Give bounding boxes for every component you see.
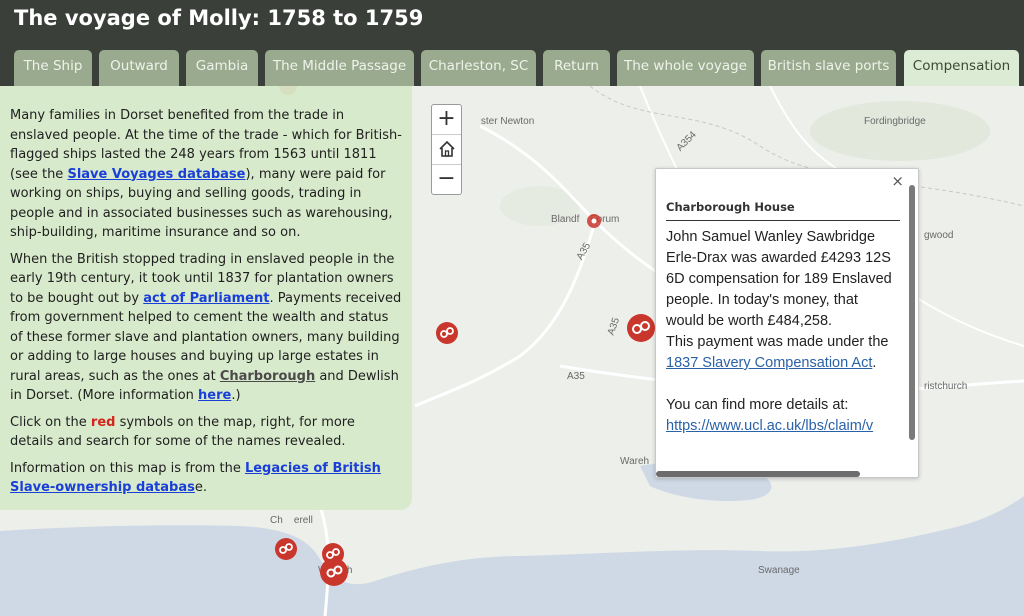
charborough-link[interactable]: Charborough xyxy=(220,369,315,384)
popup-text: You can find more details at: https://ww… xyxy=(666,395,898,437)
place-label: Ch erell xyxy=(270,515,313,526)
lbs-claim-link[interactable]: https://www.ucl.ac.uk/lbs/claim/v xyxy=(666,418,873,434)
woodland-area xyxy=(810,101,990,161)
compensation-act-link[interactable]: 1837 Slavery Compensation Act xyxy=(666,355,872,371)
tab-outward[interactable]: Outward xyxy=(99,50,179,86)
map-marker[interactable] xyxy=(586,213,602,229)
map-marker[interactable] xyxy=(274,537,298,561)
zoom-out-button[interactable]: − xyxy=(432,165,461,194)
close-icon[interactable]: × xyxy=(891,172,904,190)
zoom-in-button[interactable]: + xyxy=(432,105,461,135)
paragraph: When the British stopped trading in ensl… xyxy=(10,250,402,406)
map-marker[interactable] xyxy=(435,321,459,345)
info-popup: × Charborough House John Samuel Wanley S… xyxy=(655,168,919,478)
popup-title: Charborough House xyxy=(666,200,795,214)
place-label: St ster Newton xyxy=(452,116,535,127)
popup-text: John Samuel Wanley Sawbridge Erle-Drax w… xyxy=(666,229,892,329)
tab-return[interactable]: Return xyxy=(543,50,610,86)
home-icon xyxy=(438,140,455,157)
slave-voyages-link[interactable]: Slave Voyages database xyxy=(67,167,245,182)
app-header: The voyage of Molly: 1758 to 1759 The Sh… xyxy=(0,0,1024,86)
tab-compensation[interactable]: Compensation xyxy=(904,50,1019,86)
tab-charleston[interactable]: Charleston, SC xyxy=(421,50,536,86)
place-label: ristchurch xyxy=(924,381,968,392)
road-label: A35 xyxy=(567,371,585,382)
text: You can find more details at: xyxy=(666,397,849,413)
paragraph: Many families in Dorset benefited from t… xyxy=(10,106,402,243)
paragraph: Click on the red symbols on the map, rig… xyxy=(10,413,402,452)
act-of-parliament-link[interactable]: act of Parliament xyxy=(143,291,269,306)
tab-whole-voyage[interactable]: The whole voyage xyxy=(617,50,754,86)
divider xyxy=(666,220,900,221)
info-panel: Many families in Dorset benefited from t… xyxy=(0,86,412,510)
text: Information on this map is from the xyxy=(10,460,245,476)
text: This payment was made under the xyxy=(666,334,889,350)
zoom-control: + − xyxy=(431,104,462,195)
sea-area xyxy=(0,496,1024,616)
map-marker-selected[interactable] xyxy=(626,313,656,343)
text: . xyxy=(872,355,877,371)
page-title: The voyage of Molly: 1758 to 1759 xyxy=(14,6,424,30)
home-button[interactable] xyxy=(432,135,461,165)
place-label: Swanage xyxy=(758,565,800,576)
popup-body: John Samuel Wanley Sawbridge Erle-Drax w… xyxy=(666,227,898,437)
horizontal-scrollbar[interactable] xyxy=(656,471,860,477)
vertical-scrollbar[interactable] xyxy=(909,185,915,440)
popup-text: This payment was made under the 1837 Sla… xyxy=(666,332,898,374)
place-label: gwood xyxy=(924,230,954,241)
text: .) xyxy=(231,388,241,403)
place-label: Wareh xyxy=(620,456,650,467)
text: Click on the xyxy=(10,414,91,430)
place-label: Fordingbridge xyxy=(864,116,926,127)
text: e. xyxy=(194,480,208,495)
tab-gambia[interactable]: Gambia xyxy=(186,50,258,86)
tab-bar: The Ship Outward Gambia The Middle Passa… xyxy=(0,50,1024,86)
tab-the-ship[interactable]: The Ship xyxy=(14,50,92,86)
paragraph: Information on this map is from the Lega… xyxy=(10,459,402,498)
tab-british-slave-ports[interactable]: British slave ports xyxy=(761,50,896,86)
more-info-link[interactable]: here xyxy=(198,388,231,403)
tab-middle-passage[interactable]: The Middle Passage xyxy=(265,50,414,86)
red-keyword: red xyxy=(90,414,116,430)
map-marker-cluster[interactable] xyxy=(318,540,350,588)
